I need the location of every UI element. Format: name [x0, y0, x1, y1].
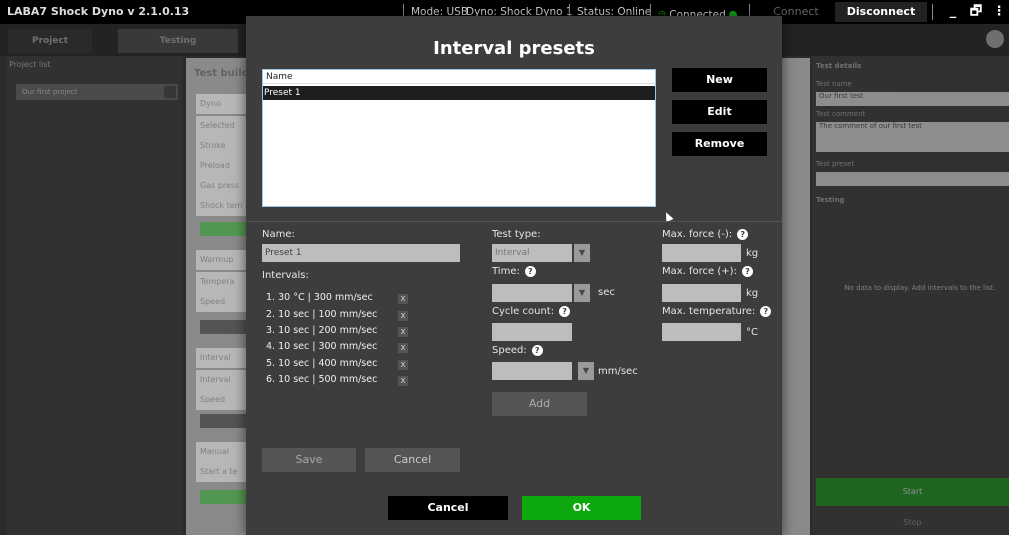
time-unit: sec — [598, 287, 615, 298]
test-type-label: Test type: — [492, 229, 541, 240]
chevron-down-icon[interactable]: ▼ — [574, 244, 590, 262]
remove-interval-button[interactable]: X — [398, 294, 408, 304]
max-temperature-input[interactable] — [662, 323, 741, 341]
help-icon[interactable]: ? — [741, 266, 753, 277]
cancel-interval-button[interactable]: Cancel — [365, 448, 460, 472]
remove-interval-button[interactable]: X — [398, 311, 408, 321]
test-details-title: Test details — [816, 62, 862, 70]
remove-interval-button[interactable]: X — [398, 360, 408, 370]
cycle-count-label: Cycle count:? — [492, 306, 571, 317]
dialog-divider — [246, 221, 782, 222]
cancel-button[interactable]: Cancel — [388, 496, 508, 520]
interval-item: 5. 10 sec | 400 mm/sec — [266, 358, 378, 369]
add-interval-button[interactable] — [200, 414, 246, 428]
cycle-count-input[interactable] — [492, 323, 572, 341]
max-force-neg-input[interactable] — [662, 244, 741, 262]
remove-interval-button[interactable]: X — [398, 376, 408, 386]
max-force-pos-input[interactable] — [662, 284, 741, 302]
speed-label-text: Speed: — [492, 345, 527, 356]
test-preset-label: Test preset — [816, 160, 855, 168]
help-icon[interactable]: ? — [737, 229, 749, 240]
project-list-panel — [6, 56, 182, 535]
interval-item: 4. 10 sec | 300 mm/sec — [266, 341, 378, 352]
max-force-neg-label: Max. force (-):? — [662, 229, 749, 240]
interval-item: 2. 10 sec | 100 mm/sec — [266, 309, 378, 320]
remove-interval-button[interactable]: X — [398, 343, 408, 353]
add-warmup-button[interactable] — [200, 320, 246, 334]
test-type-select[interactable]: Interval — [492, 244, 572, 262]
help-icon[interactable]: ? — [531, 345, 543, 356]
stop-button[interactable]: Stop — [816, 512, 1009, 534]
restore-icon[interactable]: 🗗 — [966, 2, 986, 22]
test-name-input[interactable]: Our first test — [816, 92, 1009, 106]
chevron-down-icon[interactable]: ▼ — [574, 284, 590, 302]
app-title: LABA7 Shock Dyno v 2.1.0.13 — [7, 5, 190, 18]
add-interval-button[interactable]: Add — [492, 392, 587, 416]
test-comment-input[interactable]: The comment of our first test — [816, 122, 1009, 152]
interval-item: 1. 30 °C | 300 mm/sec — [266, 292, 373, 303]
time-label-text: Time: — [492, 266, 520, 277]
preset-list-item[interactable]: Preset 1 — [263, 86, 655, 100]
disconnect-button[interactable]: Disconnect — [835, 2, 927, 22]
remove-interval-button[interactable]: X — [398, 327, 408, 337]
test-name-label: Test name — [816, 80, 852, 88]
help-icon[interactable]: ? — [760, 306, 772, 317]
help-icon[interactable]: ? — [524, 266, 536, 277]
interval-item: 3. 10 sec | 200 mm/sec — [266, 325, 378, 336]
tab-project[interactable]: Project — [8, 29, 92, 53]
max-force-neg-text: Max. force (-): — [662, 229, 733, 240]
temperature-unit: °C — [746, 327, 758, 338]
save-interval-button[interactable]: Save — [262, 448, 356, 472]
project-list-title: Project list — [9, 60, 51, 69]
gear-icon[interactable] — [986, 30, 1004, 48]
interval-item: 6. 10 sec | 500 mm/sec — [266, 374, 378, 385]
force-pos-unit: kg — [746, 288, 759, 299]
cycle-count-label-text: Cycle count: — [492, 306, 555, 317]
time-label: Time:? — [492, 266, 536, 277]
tab-testing[interactable]: Testing — [118, 29, 238, 53]
calibrate-button[interactable] — [200, 222, 246, 236]
empty-chart-message: No data to display. Add intervals to the… — [844, 284, 996, 292]
project-list-item[interactable]: Our first project — [16, 84, 178, 100]
more-icon[interactable]: ⋮ — [992, 2, 1006, 22]
max-temperature-text: Max. temperature: — [662, 306, 756, 317]
speed-input[interactable] — [492, 362, 572, 380]
max-temperature-label: Max. temperature:? — [662, 306, 772, 317]
ok-button[interactable]: OK — [522, 496, 641, 520]
preset-name-input[interactable] — [262, 244, 460, 262]
help-icon[interactable]: ? — [559, 306, 571, 317]
project-item-icon[interactable] — [164, 86, 176, 98]
test-preset-select[interactable] — [816, 172, 1009, 186]
intervals-label: Intervals: — [262, 270, 309, 281]
edit-preset-button[interactable]: Edit — [672, 100, 767, 124]
name-label: Name: — [262, 229, 295, 240]
minimize-icon[interactable]: _ — [944, 2, 962, 22]
title-separator — [932, 4, 933, 20]
test-comment-label: Test comment — [816, 110, 866, 118]
dialog-title: Interval presets — [433, 38, 595, 59]
speed-label: Speed:? — [492, 345, 543, 356]
time-input[interactable] — [492, 284, 572, 302]
chevron-down-icon[interactable]: ▼ — [578, 362, 594, 380]
max-force-pos-label: Max. force (+):? — [662, 266, 753, 277]
preset-list-header: Name — [263, 70, 655, 84]
remove-preset-button[interactable]: Remove — [672, 132, 767, 156]
new-preset-button[interactable]: New — [672, 68, 767, 92]
start-manual-button[interactable] — [200, 490, 246, 504]
max-force-pos-text: Max. force (+): — [662, 266, 737, 277]
testing-section-title: Testing — [816, 196, 845, 204]
force-neg-unit: kg — [746, 248, 759, 259]
speed-unit: mm/sec — [598, 366, 638, 377]
start-button[interactable]: Start — [816, 478, 1009, 506]
